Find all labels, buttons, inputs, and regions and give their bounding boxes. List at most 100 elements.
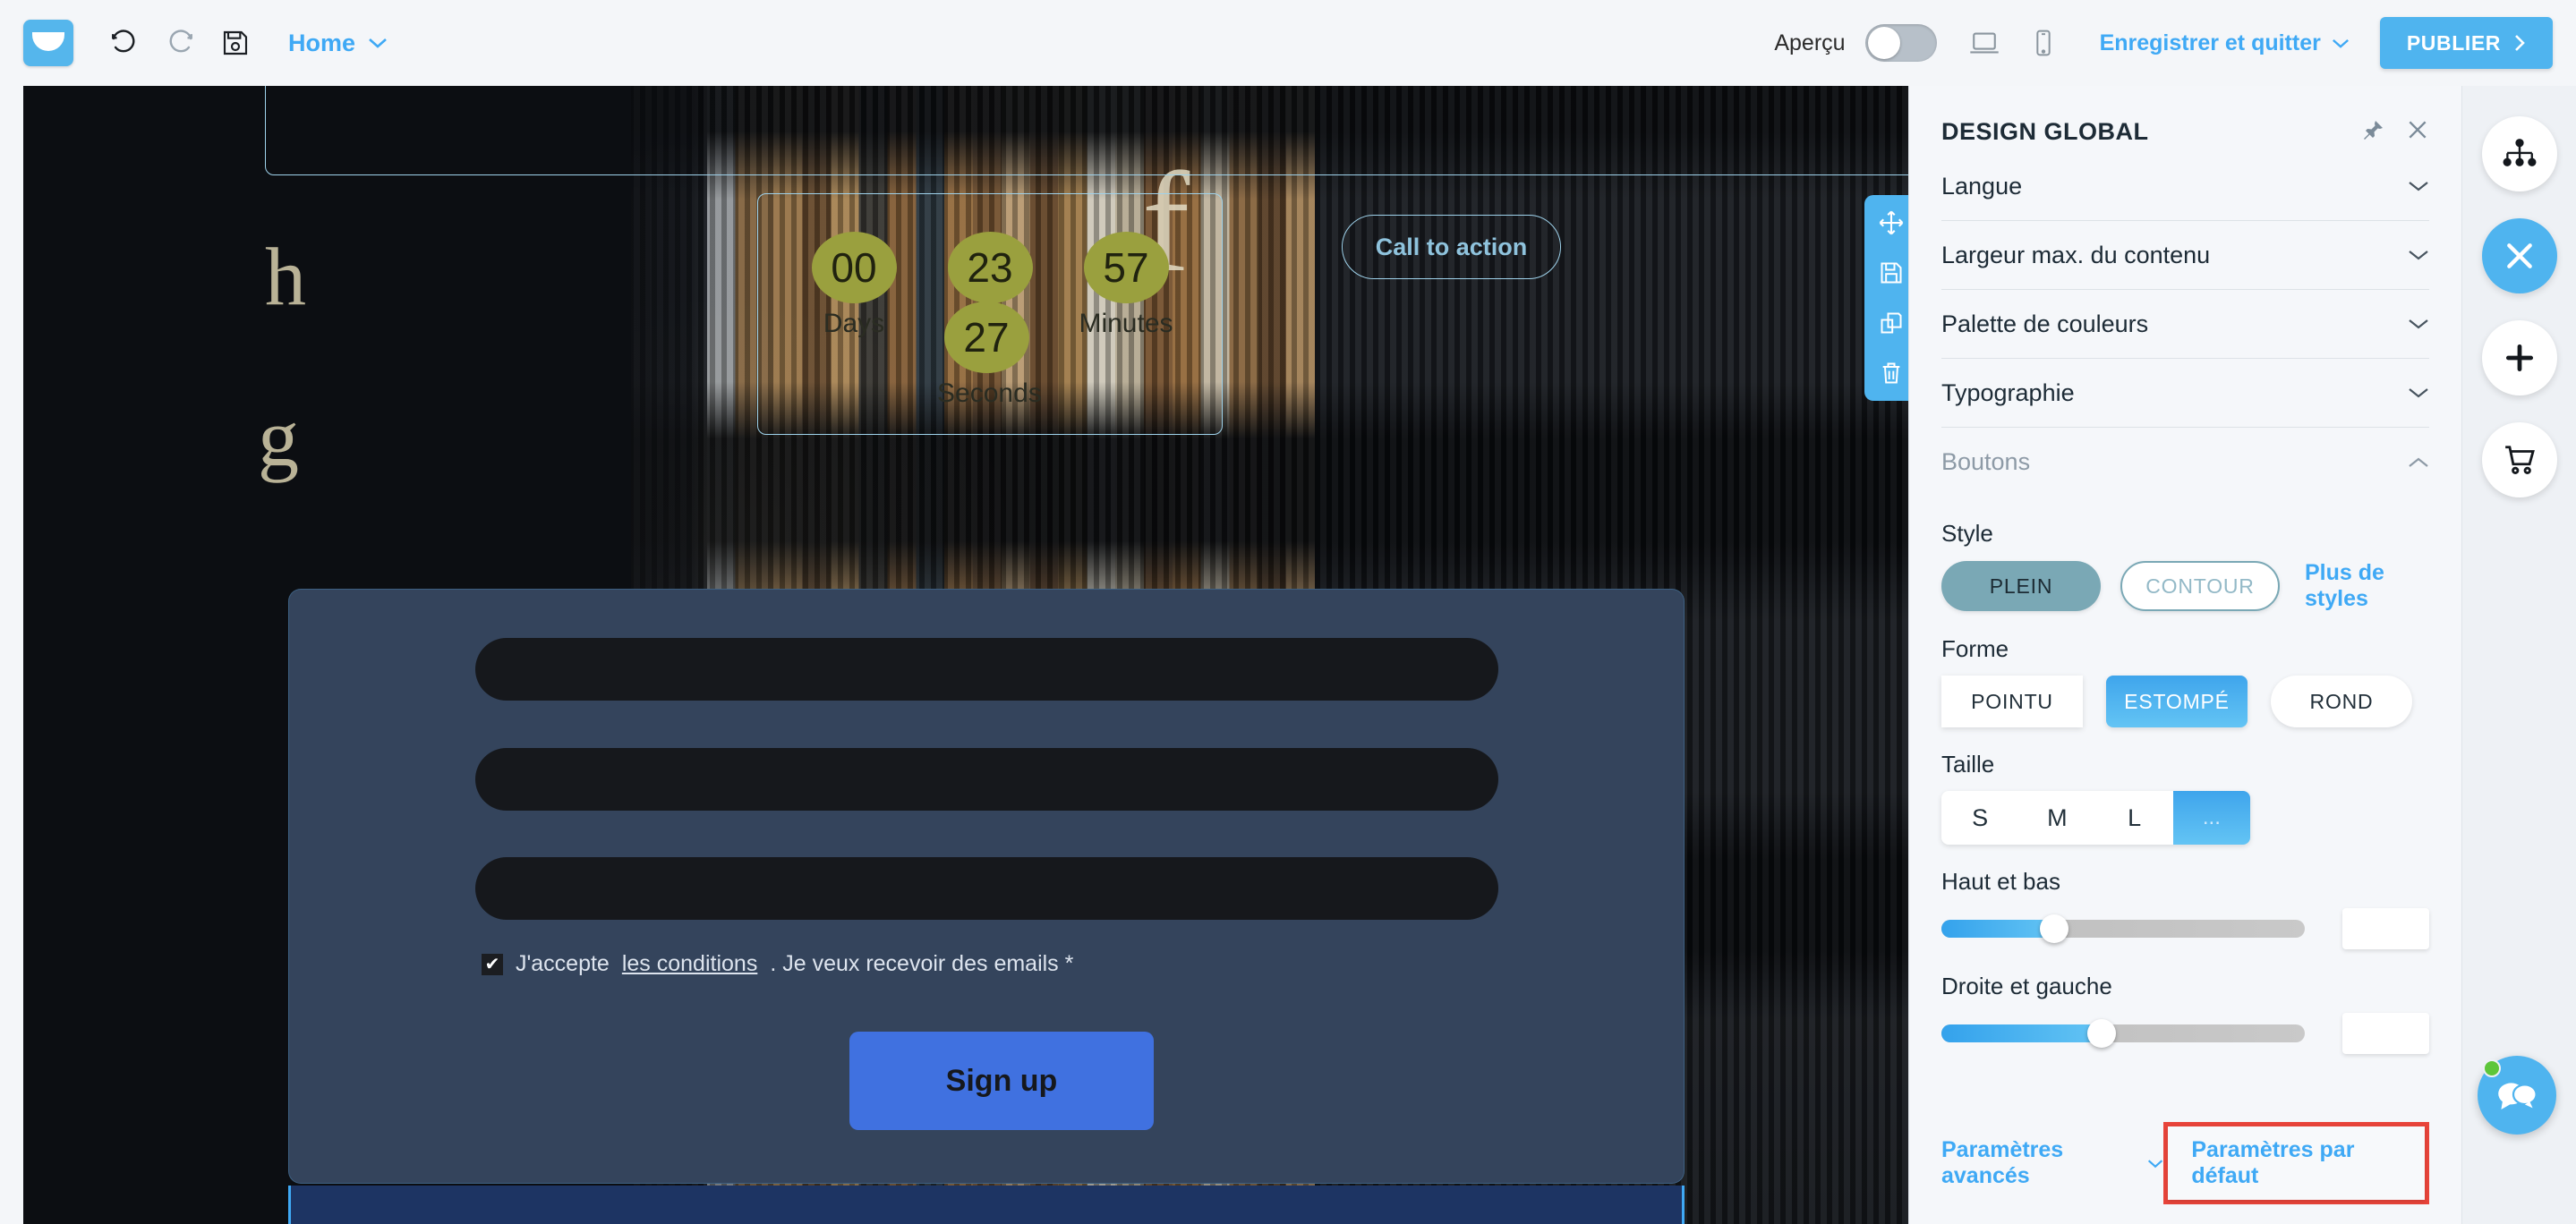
consent-checkbox[interactable]: ✔ (482, 953, 503, 975)
close-x-icon[interactable] (2481, 218, 2557, 293)
countdown-unit-minutes: 57 Minutes (1077, 232, 1175, 339)
shape-option-estompe-label: ESTOMPÉ (2124, 689, 2230, 713)
padding-horizontal-slider-knob[interactable] (2086, 1019, 2116, 1048)
countdown-widget[interactable]: 00 Days 23 Hours 57 Minutes 27 Seconds (757, 193, 1223, 435)
padding-vertical-label: Haut et bas (1941, 868, 2060, 895)
navy-title-section[interactable]: Add your title (288, 1186, 1685, 1224)
countdown-seconds-value: 27 (943, 302, 1029, 373)
chevron-down-icon (2408, 383, 2429, 403)
page-canvas[interactable]: h g f 00 Days 23 Hours 57 Minutes 27 Sec… (23, 86, 1923, 1224)
consent-checkbox-row[interactable]: ✔ J'accepte les conditions . Je veux rece… (482, 951, 1073, 977)
size-option-m[interactable]: M (2018, 791, 2095, 845)
publish-button[interactable]: PUBLIER (2379, 17, 2553, 69)
shape-option-rond-label: ROND (2309, 689, 2374, 713)
countdown-days-value: 00 (811, 232, 897, 303)
undo-button[interactable] (97, 15, 152, 71)
trash-delete-icon[interactable] (1872, 354, 1910, 392)
chevron-down-icon (2148, 1159, 2163, 1168)
style-option-contour[interactable]: CONTOUR (2120, 561, 2280, 611)
chevron-right-icon (2515, 35, 2525, 51)
style-option-plein[interactable]: PLEIN (1941, 561, 2101, 611)
size-options-group: S M L ... (1941, 791, 2250, 845)
chevron-down-icon (369, 38, 387, 48)
size-option-l[interactable]: L (2096, 791, 2173, 845)
pushpin-icon[interactable] (2363, 119, 2384, 145)
padding-vertical-slider[interactable] (1941, 914, 2305, 943)
countdown-hours-value: 23 (947, 232, 1033, 303)
page-selector-label: Home (288, 29, 356, 56)
save-disk-icon[interactable] (1872, 254, 1910, 292)
duplicate-copy-icon[interactable] (1872, 304, 1910, 342)
online-green-dot (2483, 1059, 2501, 1077)
form-field-3[interactable] (475, 857, 1498, 920)
countdown-minutes-value: 57 (1083, 232, 1169, 303)
close-x-icon[interactable] (2406, 118, 2429, 146)
advanced-settings-label: Paramètres avancés (1941, 1137, 2064, 1188)
form-field-2[interactable] (475, 748, 1498, 811)
consent-text-after: . Je veux recevoir des emails * (770, 951, 1074, 976)
chevron-down-icon (2408, 314, 2429, 334)
accordion-langue[interactable]: Langue (1941, 152, 2429, 221)
shopping-cart-icon[interactable] (2481, 422, 2557, 497)
padding-horizontal-slider[interactable] (1941, 1019, 2305, 1048)
size-option-s[interactable]: S (1941, 791, 2018, 845)
padding-vertical-row (1941, 908, 2429, 949)
style-options-group: PLEIN CONTOUR Plus de styles (1941, 560, 2429, 612)
default-settings-button[interactable]: Paramètres par défaut (2168, 1126, 2425, 1200)
terms-link[interactable]: les conditions (622, 951, 757, 977)
shape-option-rond[interactable]: ROND (2271, 676, 2412, 727)
plus-add-icon[interactable] (2481, 320, 2557, 395)
countdown-unit-seconds: 27 Seconds (937, 302, 1042, 409)
sitemap-structure-icon[interactable] (2481, 116, 2557, 191)
shape-option-pointu-label: POINTU (1971, 689, 2053, 713)
default-settings-highlight: Paramètres par défaut (2163, 1122, 2429, 1204)
signup-submit-button[interactable]: Sign up (849, 1032, 1154, 1130)
move-arrows-icon[interactable] (1872, 204, 1910, 242)
accordion-typographie[interactable]: Typographie (1941, 359, 2429, 428)
chevron-down-icon (2408, 176, 2429, 196)
size-option-l-label: L (2128, 803, 2142, 831)
mobile-device-icon[interactable] (2016, 15, 2071, 71)
style-option-contour-label: CONTOUR (2145, 574, 2255, 598)
padding-vertical-input[interactable] (2342, 908, 2429, 949)
page-selector-menu[interactable]: Home (288, 30, 388, 57)
shape-options-group: POINTU ESTOMPÉ ROND (1941, 676, 2429, 727)
style-option-plein-label: PLEIN (1989, 574, 2053, 598)
advanced-settings-toggle[interactable]: Paramètres avancés (1941, 1137, 2163, 1189)
padding-horizontal-slider-fill (1941, 1024, 2102, 1042)
accordion-boutons[interactable]: Boutons (1941, 428, 2429, 497)
accordion-palette-couleurs[interactable]: Palette de couleurs (1941, 290, 2429, 359)
redo-button[interactable] (152, 15, 208, 71)
email-envelope-logo[interactable] (23, 20, 73, 66)
padding-vertical-slider-fill (1941, 920, 2054, 938)
size-option-custom[interactable]: ... (2172, 791, 2250, 845)
panel-footer: Paramètres avancés Paramètres par défaut (1941, 1122, 2429, 1204)
accordion-largeur-max[interactable]: Largeur max. du contenu (1941, 221, 2429, 290)
size-option-m-label: M (2047, 803, 2068, 831)
panel-title: DESIGN GLOBAL (1941, 117, 2149, 145)
padding-horizontal-input[interactable] (2342, 1013, 2429, 1054)
top-toolbar-left-group: Home (0, 15, 388, 71)
countdown-days-label: Days (823, 309, 885, 338)
signup-submit-label: Sign up (945, 1063, 1058, 1098)
panel-header: DESIGN GLOBAL (1941, 86, 2429, 152)
preview-toggle[interactable] (1864, 24, 1937, 62)
padding-vertical-slider-knob[interactable] (2039, 914, 2068, 943)
form-field-1[interactable] (475, 638, 1498, 701)
panel-header-actions (2363, 118, 2429, 146)
accordion-boutons-label: Boutons (1941, 448, 2031, 475)
shape-option-pointu[interactable]: POINTU (1941, 676, 2083, 727)
padding-horizontal-row (1941, 1013, 2429, 1054)
preview-toggle-knob (1867, 27, 1900, 59)
save-button[interactable] (208, 15, 263, 71)
desktop-device-icon[interactable] (1957, 15, 2012, 71)
more-styles-link[interactable]: Plus de styles (2305, 560, 2429, 612)
save-and-quit-menu[interactable]: Enregistrer et quitter (2100, 30, 2350, 56)
shape-option-estompe[interactable]: ESTOMPÉ (2106, 676, 2248, 727)
chat-bubbles-icon[interactable] (2478, 1056, 2556, 1135)
countdown-unit-days: 00 Days (805, 232, 903, 339)
accordion-largeur-max-label: Largeur max. du contenu (1941, 241, 2211, 268)
call-to-action-button[interactable]: Call to action (1342, 215, 1561, 279)
accordion-langue-label: Langue (1941, 172, 2023, 200)
chevron-down-icon (2332, 38, 2349, 48)
